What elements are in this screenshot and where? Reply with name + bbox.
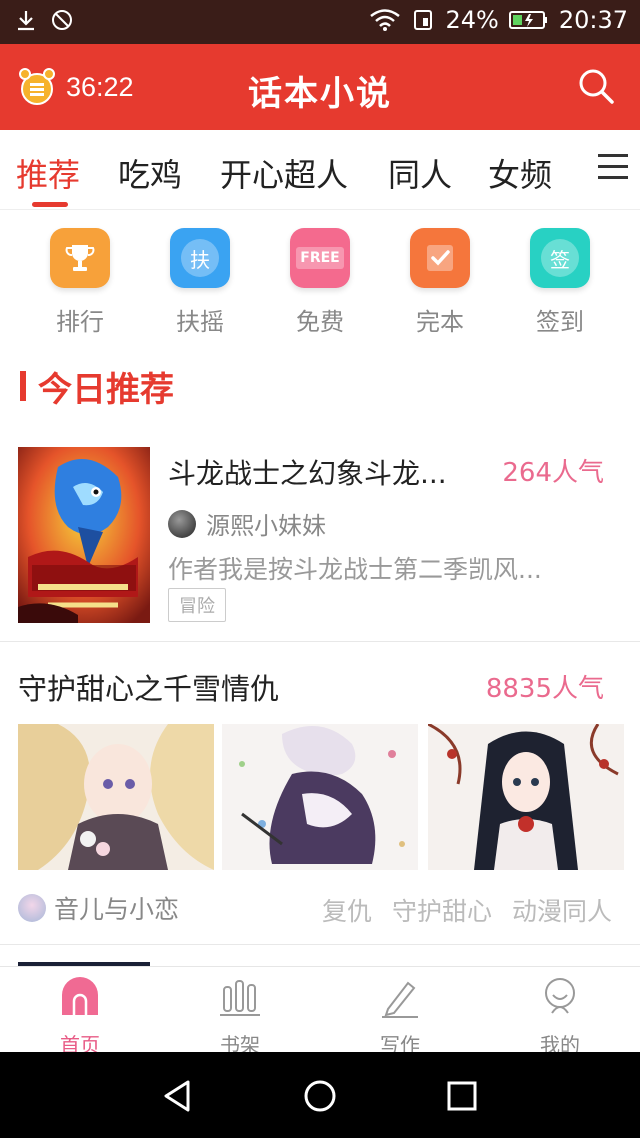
section-title: 今日推荐 [20,364,174,410]
quick-link-fuyao[interactable]: 扶 扶摇 [150,228,250,337]
tab-tongren[interactable]: 同人 [388,150,452,196]
nav-bookshelf[interactable]: 书架 [180,975,300,1058]
download-icon [18,11,34,31]
app-title: 话本小说 [248,74,392,114]
quick-link-ranking[interactable]: 排行 [30,228,130,337]
quick-link-checkin[interactable]: 签 签到 [510,228,610,337]
section-title-text: 今日推荐 [38,369,174,410]
fuyao-icon: 扶 [170,228,230,288]
category-tabs: 推荐 吃鸡 开心超人 同人 女频 [0,130,640,210]
author-name: 源熙小妹妹 [206,512,326,540]
clock: 20:37 [558,6,628,34]
battery-icon [508,11,547,29]
genre-tag[interactable]: 动漫同人 [512,892,612,928]
battery-percent: 24% [445,6,499,34]
book-image[interactable] [428,724,624,870]
tab-kaixin[interactable]: 开心超人 [220,150,348,196]
quick-link-label: 免费 [296,308,344,336]
no-sync-icon [52,10,72,30]
status-bar: 24% 20:37 [0,0,640,44]
app-header: 36:22 话本小说 [0,44,640,130]
author-name: 音儿与小恋 [54,895,180,924]
popularity-count: 264人气 [502,458,604,488]
pen-icon [382,981,418,1018]
book-cover [18,447,150,623]
profile-icon [545,978,575,1014]
book-description: 作者我是按斗龙战士第二季凯风... [168,555,542,584]
tab-chiji[interactable]: 吃鸡 [118,150,182,196]
author[interactable]: 源熙小妹妹 [168,506,326,541]
avatar [168,509,196,538]
quick-links: 排行 扶 扶摇 FREE 免费 完本 签 签到 [0,222,640,342]
book-title: 斗龙战士之幻象斗龙... [168,457,447,490]
section-accent-bar [20,371,26,401]
nav-write[interactable]: 写作 [340,975,460,1058]
book-title[interactable]: 守护甜心之千雪情仇 [18,666,279,708]
quick-link-finished[interactable]: 完本 [390,228,490,337]
book-card[interactable]: 斗龙战士之幻象斗龙... 264人气 源熙小妹妹 作者我是按斗龙战士第二季凯风.… [0,440,640,640]
quick-link-label: 排行 [56,308,104,336]
genre-tag[interactable]: 冒险 [168,588,226,622]
quick-link-label: 签到 [536,308,584,336]
quick-link-free[interactable]: FREE 免费 [270,228,370,337]
system-nav-bar [0,1052,640,1138]
bottom-nav: 首页 书架 写作 我的 [0,966,640,1057]
genre-tag[interactable]: 守护甜心 [392,892,492,928]
popularity-count: 8835人气 [485,674,604,704]
menu-icon[interactable] [598,154,628,184]
divider [0,944,640,945]
tab-active-indicator [32,202,68,207]
recents-icon[interactable] [444,1078,480,1114]
avatar [18,894,46,922]
wifi-icon [370,9,401,31]
home-circle-icon[interactable] [302,1078,338,1114]
home-icon [62,977,98,1015]
sim-icon [414,10,433,30]
nav-profile[interactable]: 我的 [500,975,620,1058]
back-icon[interactable] [160,1078,196,1114]
checkin-icon: 签 [530,228,590,288]
book-image[interactable] [18,724,214,870]
tab-recommend[interactable]: 推荐 [16,150,80,196]
author[interactable]: 音儿与小恋 [18,890,179,926]
divider [0,641,640,642]
quick-link-label: 完本 [416,308,464,336]
book-tags: 复仇 守护甜心 动漫同人 [322,892,612,928]
tab-nvpin[interactable]: 女频 [488,150,552,196]
quick-link-label: 扶摇 [176,308,224,336]
search-icon[interactable] [576,66,616,106]
trophy-icon [50,228,110,288]
genre-tag[interactable]: 复仇 [322,892,372,928]
book-image[interactable] [222,724,418,870]
bookshelf-icon [220,980,260,1016]
nav-home[interactable]: 首页 [20,975,140,1058]
free-icon: FREE [290,228,350,288]
checkbox-icon [410,228,470,288]
